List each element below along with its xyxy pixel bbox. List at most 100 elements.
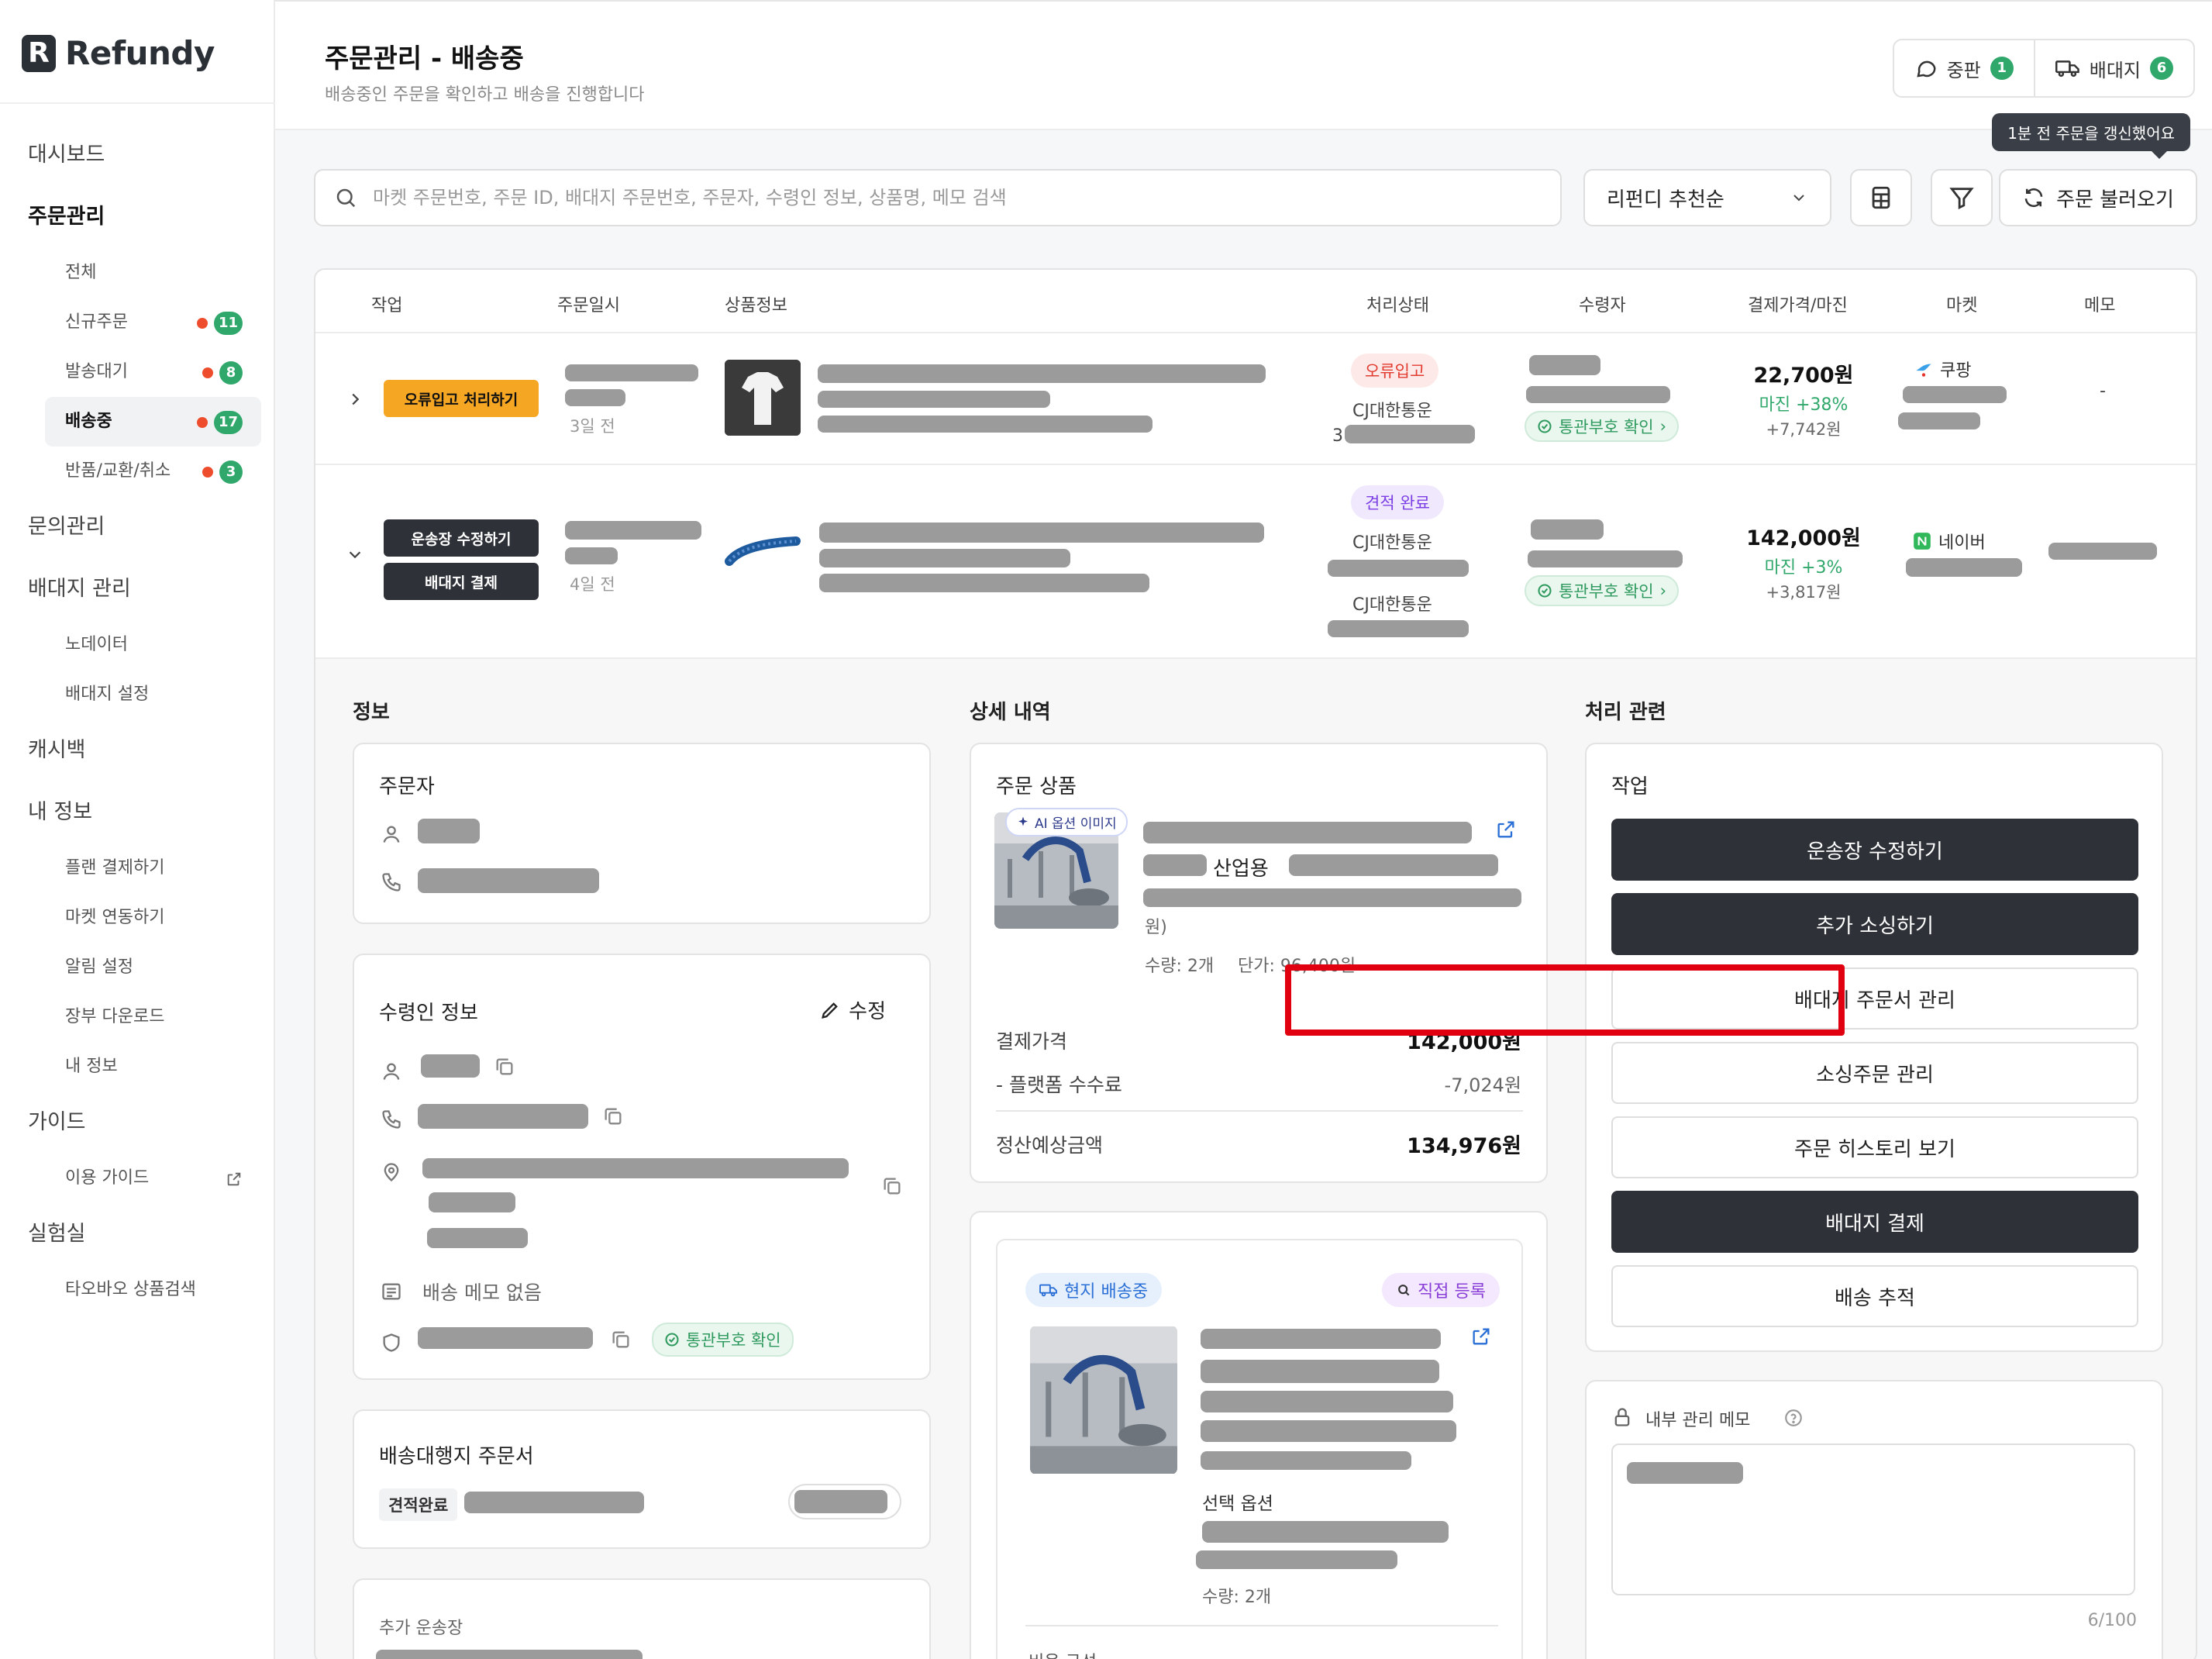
row-profit: +3,817원 [1766,583,1842,602]
nav-plan[interactable]: 플랜 결제하기 [0,843,275,893]
memo-char-count: 6/100 [2087,1611,2137,1630]
external-link-icon[interactable] [1495,819,1517,840]
redacted-address-3 [427,1228,528,1248]
copy-icon[interactable] [494,1056,515,1078]
nav-ledger[interactable]: 장부 다운로드 [0,992,275,1042]
nav-inquiry[interactable]: 문의관리 [0,496,275,558]
brand-logo[interactable]: R Refundy [22,34,215,72]
product-thumbnail[interactable] [725,360,801,436]
search-input[interactable] [373,187,1535,209]
forwarder-button[interactable]: 배대지 6 [2033,40,2193,96]
redacted-receiver-name [1529,355,1600,375]
sort-select[interactable]: 리펀디 추천순 [1583,169,1831,226]
phone-icon [382,873,401,892]
error-inbound-button[interactable]: 오류입고 처리하기 [384,380,539,417]
nav-orders[interactable]: 주문관리 [0,186,275,248]
settlement-label: 정산예상금액 [996,1134,1104,1157]
order-history-button[interactable]: 주문 히스토리 보기 [1611,1116,2138,1178]
alert-dot-icon [202,367,213,378]
nav-myinfo[interactable]: 내 정보 [0,781,275,843]
redacted-receiver-phone [1528,550,1683,567]
edit-waybill-button[interactable]: 운송장 수정하기 [1611,819,2138,881]
product-name-part: 산업용 [1213,857,1269,881]
edit-receiver-button[interactable]: 수정 [819,995,886,1024]
copy-icon[interactable] [881,1175,903,1197]
redacted-product-option [818,391,1050,408]
copy-icon[interactable] [610,1329,632,1350]
forwarder-payment-button[interactable]: 배대지 결제 [384,563,539,600]
track-delivery-button[interactable]: 배송 추적 [1611,1265,2138,1327]
forwarder-order-manage-button[interactable]: 배대지 주문서 관리 [1611,967,2138,1030]
user-icon [383,826,400,843]
nav-label: 발송대기 [65,362,128,381]
customs-check-chip[interactable]: 통관부호 확인 › [1525,411,1680,442]
edit-waybill-button[interactable]: 운송장 수정하기 [384,519,539,557]
nav-notifications[interactable]: 알림 설정 [0,943,275,992]
nav-forwarder[interactable]: 배대지 관리 [0,558,275,620]
redacted-extra-waybill [376,1650,643,1659]
logo-mark-icon: R [22,34,56,72]
forwarder-order-action[interactable] [788,1484,901,1519]
nav-guide[interactable]: 가이드 [0,1092,275,1154]
direct-register-label: 직접 등록 [1418,1282,1486,1302]
nav-orders-all[interactable]: 전체 [0,248,275,298]
nav-orders-waiting[interactable]: 발송대기 8 [0,347,275,397]
order-detail-panel: 정보 주문자 수령인 정보 수정 배송 메모 없음 통관부호 확인 배송대행지 … [315,659,2196,1659]
process-section-title: 처리 관련 [1585,701,1666,724]
check-circle-icon [665,1333,679,1347]
redacted-sourcing-line5 [1201,1451,1411,1470]
check-circle-icon [1538,584,1552,598]
fetch-orders-button[interactable]: 주문 불러오기 [1999,169,2197,226]
sourcing-product-image[interactable] [1030,1326,1177,1474]
nav-lab[interactable]: 실험실 [0,1203,275,1265]
page-header: 주문관리 - 배송중 배송중인 주문을 확인하고 배송을 진행합니다 중판 1 … [275,0,2212,130]
table-row[interactable]: 운송장 수정하기 배대지 결제 4일 전 견적 완료 CJ대한통운 CJ대한통운… [315,465,2196,659]
nav-dashboard[interactable]: 대시보드 [0,124,275,186]
redacted-address-2 [429,1192,515,1212]
table-row[interactable]: 오류입고 처리하기 3일 전 오류입고 CJ대한통운 3 통관부호 확인 › 22… [315,333,2196,465]
actions-title: 작업 [1611,775,1649,798]
additional-sourcing-button[interactable]: 추가 소싱하기 [1611,893,2138,955]
customs-check-chip[interactable]: 통관부호 확인 › [1525,575,1680,606]
external-link-icon[interactable] [1470,1326,1492,1347]
count-badge: 17 [213,411,243,434]
nav-orders-returns[interactable]: 반품/교환/취소 3 [0,447,275,496]
chevron-right-icon[interactable] [346,391,363,408]
header-button-group: 중판 1 배대지 6 [1892,39,2195,98]
phone-icon [382,1110,401,1129]
sourcing-order-manage-button[interactable]: 소싱주문 관리 [1611,1042,2138,1104]
nav-forwarder-settings[interactable]: 배대지 설정 [0,670,275,719]
dispute-button[interactable]: 중판 1 [1894,40,2034,96]
help-circle-icon[interactable] [1783,1408,1804,1428]
col-action: 작업 [371,296,403,316]
customs-check-chip[interactable]: 통관부호 확인 [652,1323,794,1357]
redacted-customs-code [418,1327,593,1349]
nav-forwarder-nodata[interactable]: 노데이터 [0,620,275,670]
location-pin-icon [384,1163,399,1182]
filter-button[interactable] [1931,169,1993,226]
nav-taobao-search[interactable]: 타오바오 상품검색 [0,1265,275,1315]
excel-download-button[interactable] [1850,169,1912,226]
redacted-market-id [1898,412,1980,429]
nav-cashback[interactable]: 캐시백 [0,719,275,781]
chevron-down-icon[interactable] [346,546,363,563]
nav-market-link[interactable]: 마켓 연동하기 [0,893,275,943]
sidebar-divider [0,102,275,104]
redacted-receiver-phone [1526,386,1670,403]
count-badge: 3 [219,460,243,484]
nav-profile[interactable]: 내 정보 [0,1042,275,1092]
col-market: 마켓 [1946,296,1978,316]
orderer-title: 주문자 [379,775,435,798]
copy-icon[interactable] [602,1105,624,1127]
lock-icon [1614,1408,1630,1426]
pay-price-label: 결제가격 [996,1030,1068,1053]
nav-label: 배송중 [65,412,112,431]
nav-usage-guide[interactable]: 이용 가이드 [0,1154,275,1203]
nav-orders-new[interactable]: 신규주문 11 [0,298,275,347]
sort-select-value: 리펀디 추천순 [1607,188,1724,212]
product-unit-price: 단가: 96,400원 [1238,957,1356,976]
nav-orders-shipping[interactable]: 배송중 17 [45,397,261,447]
forwarder-payment-button[interactable]: 배대지 결제 [1611,1191,2138,1253]
product-thumbnail[interactable] [725,526,802,572]
col-product: 상품정보 [725,296,787,316]
